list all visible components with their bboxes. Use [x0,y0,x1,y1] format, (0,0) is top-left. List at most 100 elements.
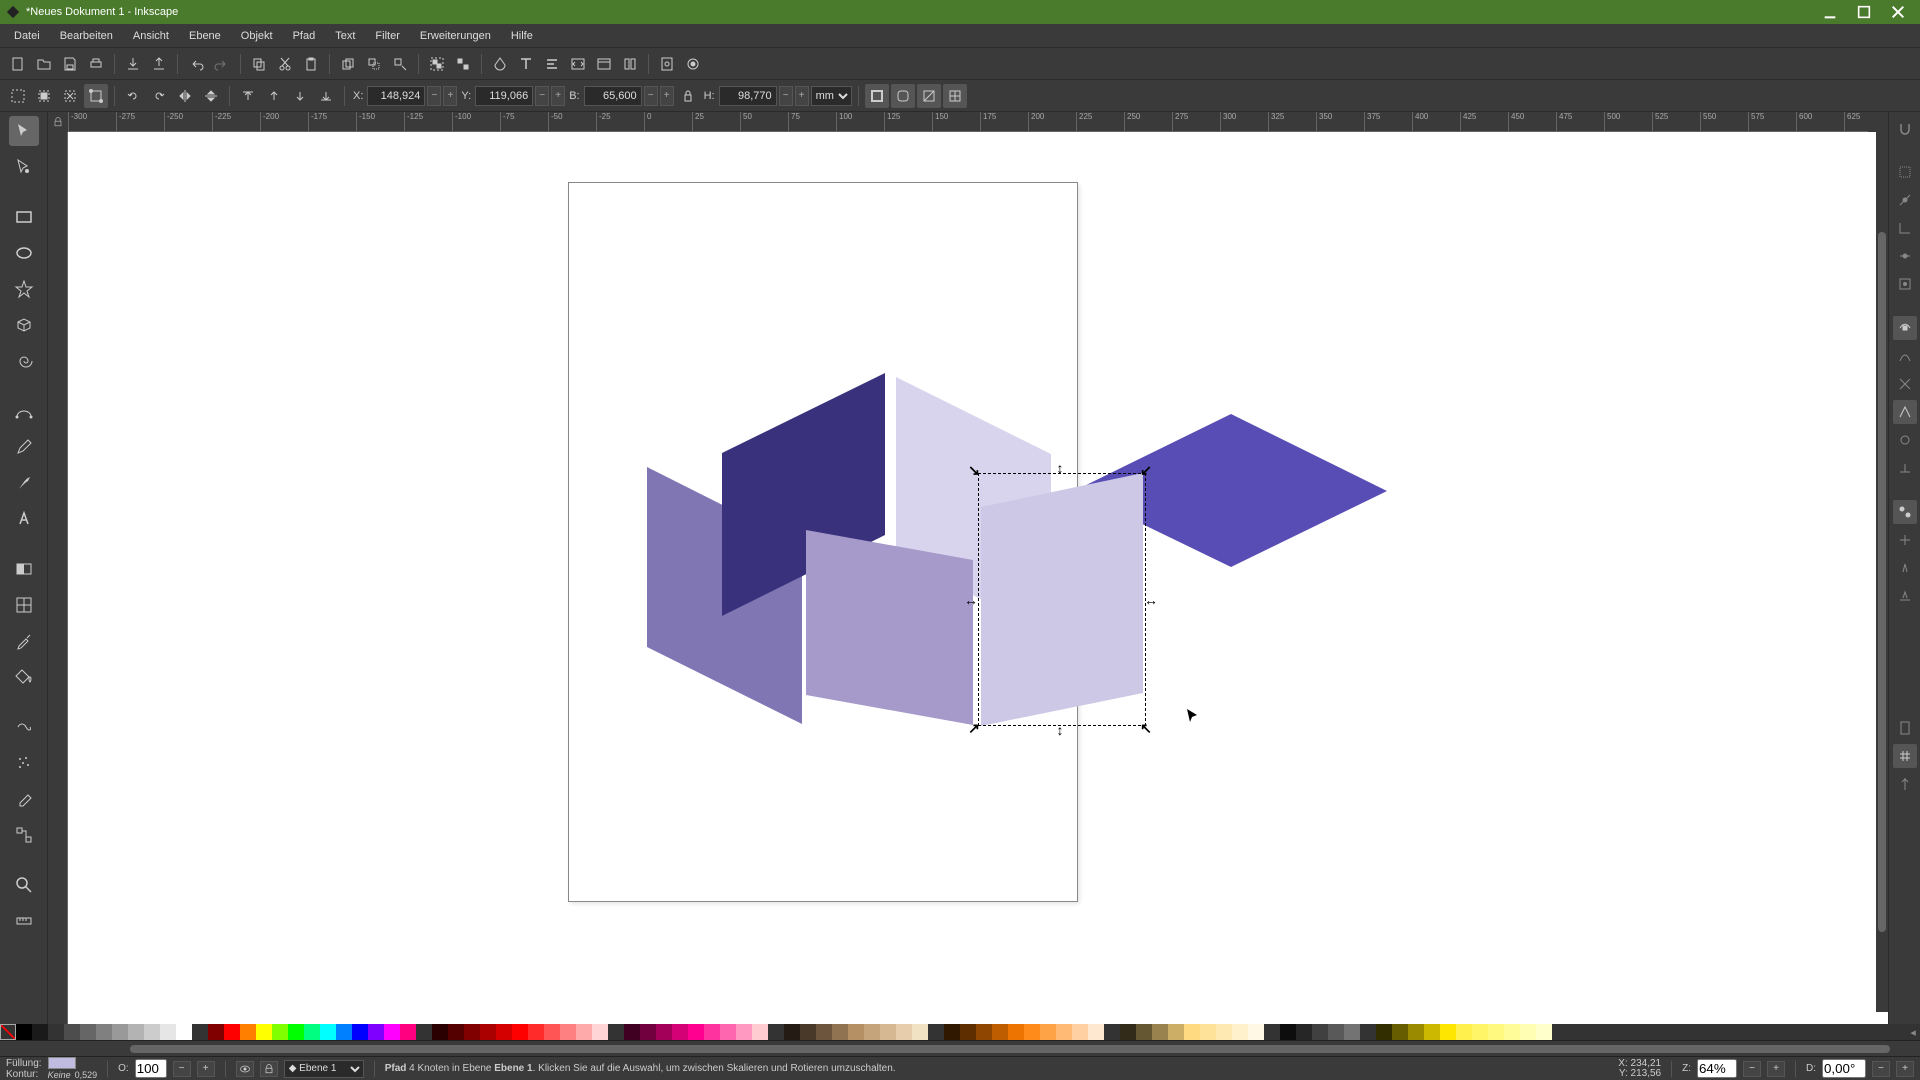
flip-vertical-button[interactable] [199,84,223,108]
color-swatch[interactable] [160,1024,176,1040]
color-swatch[interactable] [80,1024,96,1040]
color-swatch[interactable] [144,1024,160,1040]
color-swatch[interactable] [560,1024,576,1040]
color-swatch[interactable] [512,1024,528,1040]
mesh-tool[interactable] [9,590,39,620]
selector-tool[interactable] [9,116,39,146]
color-swatch[interactable] [592,1024,608,1040]
color-swatch[interactable] [1536,1024,1552,1040]
clone-button[interactable] [362,52,386,76]
text-tool-button[interactable] [514,52,538,76]
zoom-input[interactable] [1697,1059,1737,1078]
lower-bottom-button[interactable] [314,84,338,108]
select-all-layers-button[interactable] [6,84,30,108]
fill-stroke-button[interactable] [488,52,512,76]
select-all-button[interactable] [32,84,56,108]
ruler-lock[interactable] [48,112,68,132]
color-swatch[interactable] [1296,1024,1312,1040]
color-swatch[interactable] [320,1024,336,1040]
spiral-tool[interactable] [9,346,39,376]
layer-lock-button[interactable] [260,1061,278,1077]
color-swatch[interactable] [656,1024,672,1040]
import-button[interactable] [121,52,145,76]
color-swatch[interactable] [1088,1024,1104,1040]
snap-cusp-button[interactable] [1893,400,1917,424]
color-swatch[interactable] [432,1024,448,1040]
print-button[interactable] [84,52,108,76]
color-swatch[interactable] [32,1024,48,1040]
paint-bucket-tool[interactable] [9,662,39,692]
snap-path-button[interactable] [1893,344,1917,368]
text-tool[interactable] [9,504,39,534]
w-plus-button[interactable]: + [660,86,674,106]
color-swatch[interactable] [720,1024,736,1040]
menu-help[interactable]: Hilfe [501,26,543,46]
color-swatch[interactable] [480,1024,496,1040]
ruler-horizontal[interactable]: -300-275-250-225-200-175-150-125-100-75-… [68,112,1868,132]
menu-file[interactable]: Datei [4,26,50,46]
zoom-plus-button[interactable]: + [1767,1061,1785,1077]
color-swatch[interactable] [1520,1024,1536,1040]
color-swatch[interactable] [336,1024,352,1040]
color-swatch[interactable] [1136,1024,1152,1040]
handle-sw[interactable]: ↗ [968,722,980,734]
connector-tool[interactable] [9,820,39,850]
save-button[interactable] [58,52,82,76]
color-swatch[interactable] [800,1024,816,1040]
snap-guide-button[interactable] [1893,772,1917,796]
menu-extensions[interactable]: Erweiterungen [410,26,501,46]
snap-page-button[interactable] [1893,716,1917,740]
color-swatch[interactable] [1504,1024,1520,1040]
minimize-button[interactable] [1814,1,1846,23]
color-swatch[interactable] [976,1024,992,1040]
menu-object[interactable]: Objekt [231,26,283,46]
color-swatch[interactable] [1120,1024,1136,1040]
flip-horizontal-button[interactable] [173,84,197,108]
color-swatch[interactable] [672,1024,688,1040]
handle-s[interactable]: ↕ [1054,724,1066,736]
rotate-ccw-button[interactable] [121,84,145,108]
color-swatch[interactable] [544,1024,560,1040]
color-swatch[interactable] [528,1024,544,1040]
color-swatch[interactable] [784,1024,800,1040]
snap-toggle-button[interactable] [1893,116,1917,140]
scrollbar-horizontal[interactable] [0,1040,1920,1056]
color-swatch[interactable] [704,1024,720,1040]
move-pattern-button[interactable] [943,84,967,108]
menu-layer[interactable]: Ebene [179,26,231,46]
move-gradient-button[interactable] [917,84,941,108]
color-swatch[interactable] [576,1024,592,1040]
spray-tool[interactable] [9,748,39,778]
color-swatch[interactable] [224,1024,240,1040]
w-input[interactable] [584,86,642,106]
align-button[interactable] [540,52,564,76]
color-swatch[interactable] [16,1024,32,1040]
color-swatch[interactable] [1056,1024,1072,1040]
color-swatch[interactable] [848,1024,864,1040]
color-swatch[interactable] [1184,1024,1200,1040]
calligraphy-tool[interactable] [9,468,39,498]
unlink-clone-button[interactable] [388,52,412,76]
h-minus-button[interactable]: − [779,86,793,106]
color-swatch[interactable] [304,1024,320,1040]
color-swatch[interactable] [912,1024,928,1040]
snap-node-button[interactable] [1893,316,1917,340]
no-color-swatch[interactable] [0,1024,16,1040]
snap-others-button[interactable] [1893,500,1917,524]
fill-indicator[interactable] [48,1057,76,1069]
color-swatch[interactable] [1488,1024,1504,1040]
color-swatch[interactable] [496,1024,512,1040]
color-swatch[interactable] [48,1024,64,1040]
color-swatch[interactable] [112,1024,128,1040]
copy-button[interactable] [247,52,271,76]
menu-text[interactable]: Text [325,26,365,46]
color-swatch[interactable] [864,1024,880,1040]
color-swatch[interactable] [1376,1024,1392,1040]
color-swatch[interactable] [896,1024,912,1040]
menu-edit[interactable]: Bearbeiten [50,26,123,46]
deselect-button[interactable] [58,84,82,108]
doc-props-button[interactable] [655,52,679,76]
color-swatch[interactable] [128,1024,144,1040]
close-button[interactable] [1882,1,1914,23]
snap-text-baseline-button[interactable] [1893,584,1917,608]
